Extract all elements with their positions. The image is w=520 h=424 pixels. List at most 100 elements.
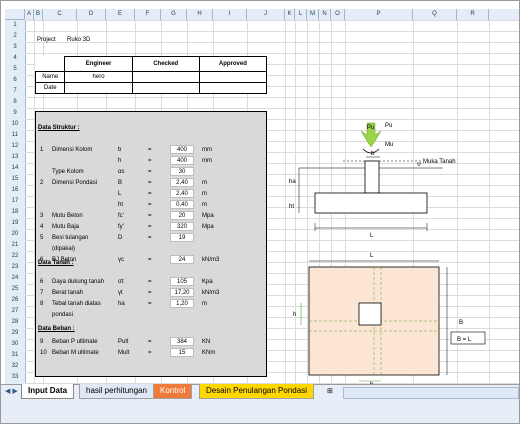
column-header-k[interactable]: K	[285, 9, 295, 20]
row-number: 8	[40, 301, 44, 307]
row-header-10[interactable]: 10	[5, 119, 25, 130]
column-header-r[interactable]: R	[457, 9, 489, 20]
row-value-input[interactable]: 320	[170, 222, 194, 231]
row-value-input[interactable]: 105	[170, 277, 194, 286]
column-header-j[interactable]: J	[247, 9, 285, 20]
row-unit: m	[202, 180, 207, 186]
column-header-q[interactable]: Q	[413, 9, 457, 20]
row-label: Mutu Beton	[52, 213, 83, 219]
row-value-input[interactable]: 19	[170, 233, 194, 242]
row-header-30[interactable]: 30	[5, 339, 25, 350]
row-header-32[interactable]: 32	[5, 361, 25, 372]
row-value-input[interactable]: 17,20	[170, 288, 194, 297]
tab-desain-penulangan[interactable]: Desain Penulangan Pondasi	[199, 384, 314, 399]
column-header-n[interactable]: N	[319, 9, 331, 20]
row-unit: m	[202, 191, 207, 197]
ground-level-icon	[416, 162, 422, 167]
column-header-h[interactable]: H	[187, 9, 213, 20]
row-header-17[interactable]: 17	[5, 196, 25, 207]
row-unit: kN/m3	[202, 290, 220, 296]
plan-h-label: h	[293, 312, 296, 318]
row-header-1[interactable]: 1	[5, 20, 25, 31]
row-value-input[interactable]: 1,20	[170, 299, 194, 308]
row-header-13[interactable]: 13	[5, 152, 25, 163]
column-header-i[interactable]: I	[213, 9, 247, 20]
column-header-d[interactable]: D	[77, 9, 106, 20]
row-value-input[interactable]: 15	[170, 348, 194, 357]
row-label: (dipakai)	[52, 246, 76, 252]
column-header-f[interactable]: F	[135, 9, 161, 20]
row-header-26[interactable]: 26	[5, 295, 25, 306]
checked-date-cell[interactable]	[131, 82, 200, 94]
row-header-12[interactable]: 12	[5, 141, 25, 152]
row-label: Mutu Baja	[52, 224, 80, 230]
checked-name-cell[interactable]	[131, 71, 200, 83]
plan-L-label: L	[370, 253, 374, 259]
column-header-p[interactable]: P	[345, 9, 413, 20]
row-value-input[interactable]: 2,40	[170, 189, 194, 198]
tab-input-data[interactable]: Input Data	[21, 384, 75, 399]
row-header-11[interactable]: 11	[5, 130, 25, 141]
row-value-input[interactable]: 400	[170, 156, 194, 165]
row-header-23[interactable]: 23	[5, 262, 25, 273]
engineer-name-cell[interactable]: hero	[64, 71, 133, 83]
tab-kontrol[interactable]: Kontrol	[153, 384, 193, 399]
select-all-corner[interactable]	[5, 9, 25, 20]
column-header-a[interactable]: A	[25, 9, 34, 20]
column-header-b[interactable]: B	[34, 9, 43, 20]
row-header-29[interactable]: 29	[5, 328, 25, 339]
row-header-33[interactable]: 33	[5, 372, 25, 383]
row-header-20[interactable]: 20	[5, 229, 25, 240]
row-value-input[interactable]: 0,40	[170, 200, 194, 209]
row-header-9[interactable]: 9	[5, 108, 25, 119]
row-equals: =	[148, 301, 152, 307]
row-header-6[interactable]: 6	[5, 75, 25, 86]
row-value-input[interactable]: 30	[170, 167, 194, 176]
engineer-date-cell[interactable]	[64, 82, 133, 94]
row-label: Type Kolom	[52, 169, 84, 175]
approved-date-cell[interactable]	[198, 82, 268, 94]
row-header-15[interactable]: 15	[5, 174, 25, 185]
column-header-m[interactable]: M	[307, 9, 319, 20]
struct-heading: Data Struktur :	[38, 125, 80, 131]
approved-name-cell[interactable]	[198, 71, 268, 83]
tab-hasil-perhitungan[interactable]: hasil perhitungan	[79, 384, 154, 399]
row-value-input[interactable]: 400	[170, 145, 194, 154]
row-header-3[interactable]: 3	[5, 42, 25, 53]
column-header-o[interactable]: O	[331, 9, 345, 20]
row-header-19[interactable]: 19	[5, 218, 25, 229]
column-header-l[interactable]: L	[295, 9, 307, 20]
row-value-input[interactable]: 384	[170, 337, 194, 346]
project-value[interactable]: Ruko 3D	[67, 36, 90, 44]
beban-heading: Data Beban :	[38, 326, 75, 332]
row-value-input[interactable]: 2,40	[170, 178, 194, 187]
row-header-4[interactable]: 4	[5, 53, 25, 64]
row-header-27[interactable]: 27	[5, 306, 25, 317]
row-equals: =	[148, 180, 152, 186]
row-header-16[interactable]: 16	[5, 185, 25, 196]
row-header-21[interactable]: 21	[5, 240, 25, 251]
tab-nav-arrows-icon[interactable]: ◀ ▶	[5, 387, 21, 397]
row-header-25[interactable]: 25	[5, 284, 25, 295]
horizontal-scrollbar[interactable]	[343, 387, 519, 399]
row-header-5[interactable]: 5	[5, 64, 25, 75]
row-value-input[interactable]: 24	[170, 255, 194, 264]
row-header-22[interactable]: 22	[5, 251, 25, 262]
row-header-24[interactable]: 24	[5, 273, 25, 284]
row-header-2[interactable]: 2	[5, 31, 25, 42]
row-header-14[interactable]: 14	[5, 163, 25, 174]
row-header-8[interactable]: 8	[5, 97, 25, 108]
pu-label: Pu	[367, 125, 374, 131]
column-header-g[interactable]: G	[161, 9, 187, 20]
new-sheet-icon[interactable]: ⊞	[321, 385, 343, 399]
row-header-7[interactable]: 7	[5, 86, 25, 97]
row-header-31[interactable]: 31	[5, 350, 25, 361]
row-header-28[interactable]: 28	[5, 317, 25, 328]
row-equals: =	[148, 191, 152, 197]
column-header-c[interactable]: C	[43, 9, 77, 20]
row-symbol: h	[118, 158, 122, 164]
column-header-e[interactable]: E	[106, 9, 135, 20]
row-unit: m	[202, 301, 207, 307]
row-header-18[interactable]: 18	[5, 207, 25, 218]
row-value-input[interactable]: 20	[170, 211, 194, 220]
